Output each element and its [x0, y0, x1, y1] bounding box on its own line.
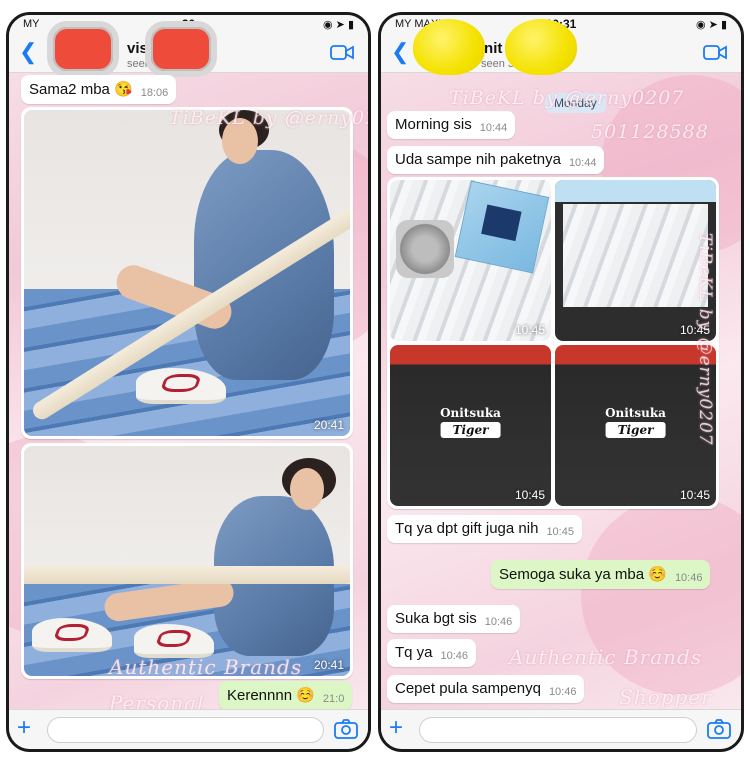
message-incoming[interactable]: Uda sampe nih paketnya 10:44 — [387, 146, 605, 174]
message-time: 10:46 — [440, 650, 469, 662]
message-incoming[interactable]: Tq ya 10:46 — [387, 639, 477, 667]
camera-icon[interactable] — [334, 719, 358, 739]
add-attachment-icon[interactable]: + — [17, 714, 31, 742]
left-chat-screen: MY 30 ◉ ➤ ▮ ❮ vis seen 24 Sama2 mba 😘18:… — [6, 12, 371, 752]
background-flower — [581, 495, 741, 695]
message-input[interactable] — [419, 717, 697, 743]
photo-railing — [24, 566, 350, 584]
brand-tag: Tiger — [605, 422, 666, 439]
redaction-sticker — [47, 21, 119, 77]
back-chevron-icon[interactable]: ❮ — [391, 39, 409, 65]
photo-time: 20:41 — [313, 418, 344, 432]
photo-time: 10:45 — [514, 488, 545, 502]
photo-message[interactable]: 20:41 — [21, 443, 353, 679]
message-time: 10:46 — [548, 686, 577, 698]
photo-face — [290, 468, 324, 510]
status-icons: ◉ ➤ ▮ — [323, 18, 354, 31]
back-chevron-icon[interactable]: ❮ — [19, 39, 37, 65]
photo-shoe-box-lid[interactable]: Onitsuka Tiger 10:45 — [390, 345, 551, 506]
message-time: 18:06 — [140, 87, 169, 99]
message-text: Uda sampe nih paketnya — [395, 151, 561, 168]
message-input-bar: + — [381, 709, 741, 749]
photo-time: 10:45 — [514, 323, 545, 337]
message-text: Cepet pula sampenyq — [395, 680, 541, 697]
camera-icon[interactable] — [707, 719, 731, 739]
brand-tag: Tiger — [440, 422, 501, 439]
message-outgoing[interactable]: Semoga suka ya mba ☺️ 10:46 — [491, 560, 711, 589]
message-input[interactable] — [47, 717, 324, 743]
photo-gift-box[interactable]: 10:45 — [390, 180, 551, 341]
photo-time: 10:45 — [679, 323, 710, 337]
message-text: Morning sis — [395, 116, 472, 133]
date-divider: Monday — [545, 93, 606, 113]
redaction-sticker — [505, 19, 577, 75]
photo-gift-box-item — [454, 180, 550, 274]
message-time: 10:44 — [568, 157, 597, 169]
video-call-icon[interactable] — [703, 45, 727, 60]
message-time: 21:0 — [322, 693, 345, 705]
message-text: Suka bgt sis — [395, 610, 477, 627]
message-incoming[interactable]: Morning sis 10:44 — [387, 111, 516, 139]
video-call-icon[interactable] — [330, 45, 354, 60]
photo-album[interactable]: 10:45 10:45 Onitsuka Tiger 10:45 Onitsuk… — [387, 177, 719, 509]
message-text: Semoga suka ya mba ☺️ — [499, 566, 667, 583]
photo-shoe-box-lid[interactable]: Onitsuka Tiger 10:45 — [555, 345, 716, 506]
message-text: Tq ya — [395, 644, 433, 661]
right-chat-screen: MY MAXIS 10:31 ◉ ➤ ▮ ❮ t A nit seen 30 M… — [378, 12, 744, 752]
message-text: Kerennnn ☺️ — [227, 687, 315, 704]
photo-shoes-in-box[interactable]: 10:45 — [555, 180, 716, 341]
photo-message[interactable]: 20:41 — [21, 107, 353, 439]
status-icons: ◉ ➤ ▮ — [696, 18, 727, 31]
redaction-sticker — [145, 21, 217, 77]
brand-name: Onitsuka — [440, 406, 501, 421]
message-outgoing[interactable]: Kerennnn ☺️ 21:0 — [219, 681, 353, 710]
message-incoming[interactable]: Sama2 mba 😘 18:06 — [21, 75, 177, 104]
add-attachment-icon[interactable]: + — [389, 714, 403, 742]
photo-time: 10:45 — [679, 488, 710, 502]
photo-time: 20:41 — [313, 658, 344, 672]
brand-logo: Onitsuka Tiger — [440, 406, 501, 439]
message-incoming[interactable]: Cepet pula sampenyq 10:46 — [387, 675, 585, 703]
message-time: 10:46 — [484, 616, 513, 628]
photo-face — [222, 118, 258, 164]
message-time: 10:45 — [546, 526, 574, 538]
photo-tissue — [563, 204, 708, 307]
photo-denim-jacket-stairs[interactable]: 20:41 — [24, 110, 350, 436]
brand-logo: Onitsuka Tiger — [605, 406, 666, 439]
message-time: 10:44 — [479, 122, 508, 134]
photo-gift-tray — [396, 220, 454, 278]
message-text: Tq ya dpt gift juga nih — [395, 520, 539, 537]
redaction-sticker — [413, 19, 485, 75]
message-text: Sama2 mba 😘 — [29, 81, 133, 98]
photo-denim-jacket-pose[interactable]: 20:41 — [24, 446, 350, 676]
message-time: 10:46 — [674, 572, 703, 584]
message-incoming[interactable]: Suka bgt sis 10:46 — [387, 605, 521, 633]
message-input-bar: + — [9, 709, 368, 749]
brand-name: Onitsuka — [605, 406, 666, 421]
message-incoming[interactable]: Tq ya dpt gift juga nih 10:45 — [387, 515, 582, 543]
